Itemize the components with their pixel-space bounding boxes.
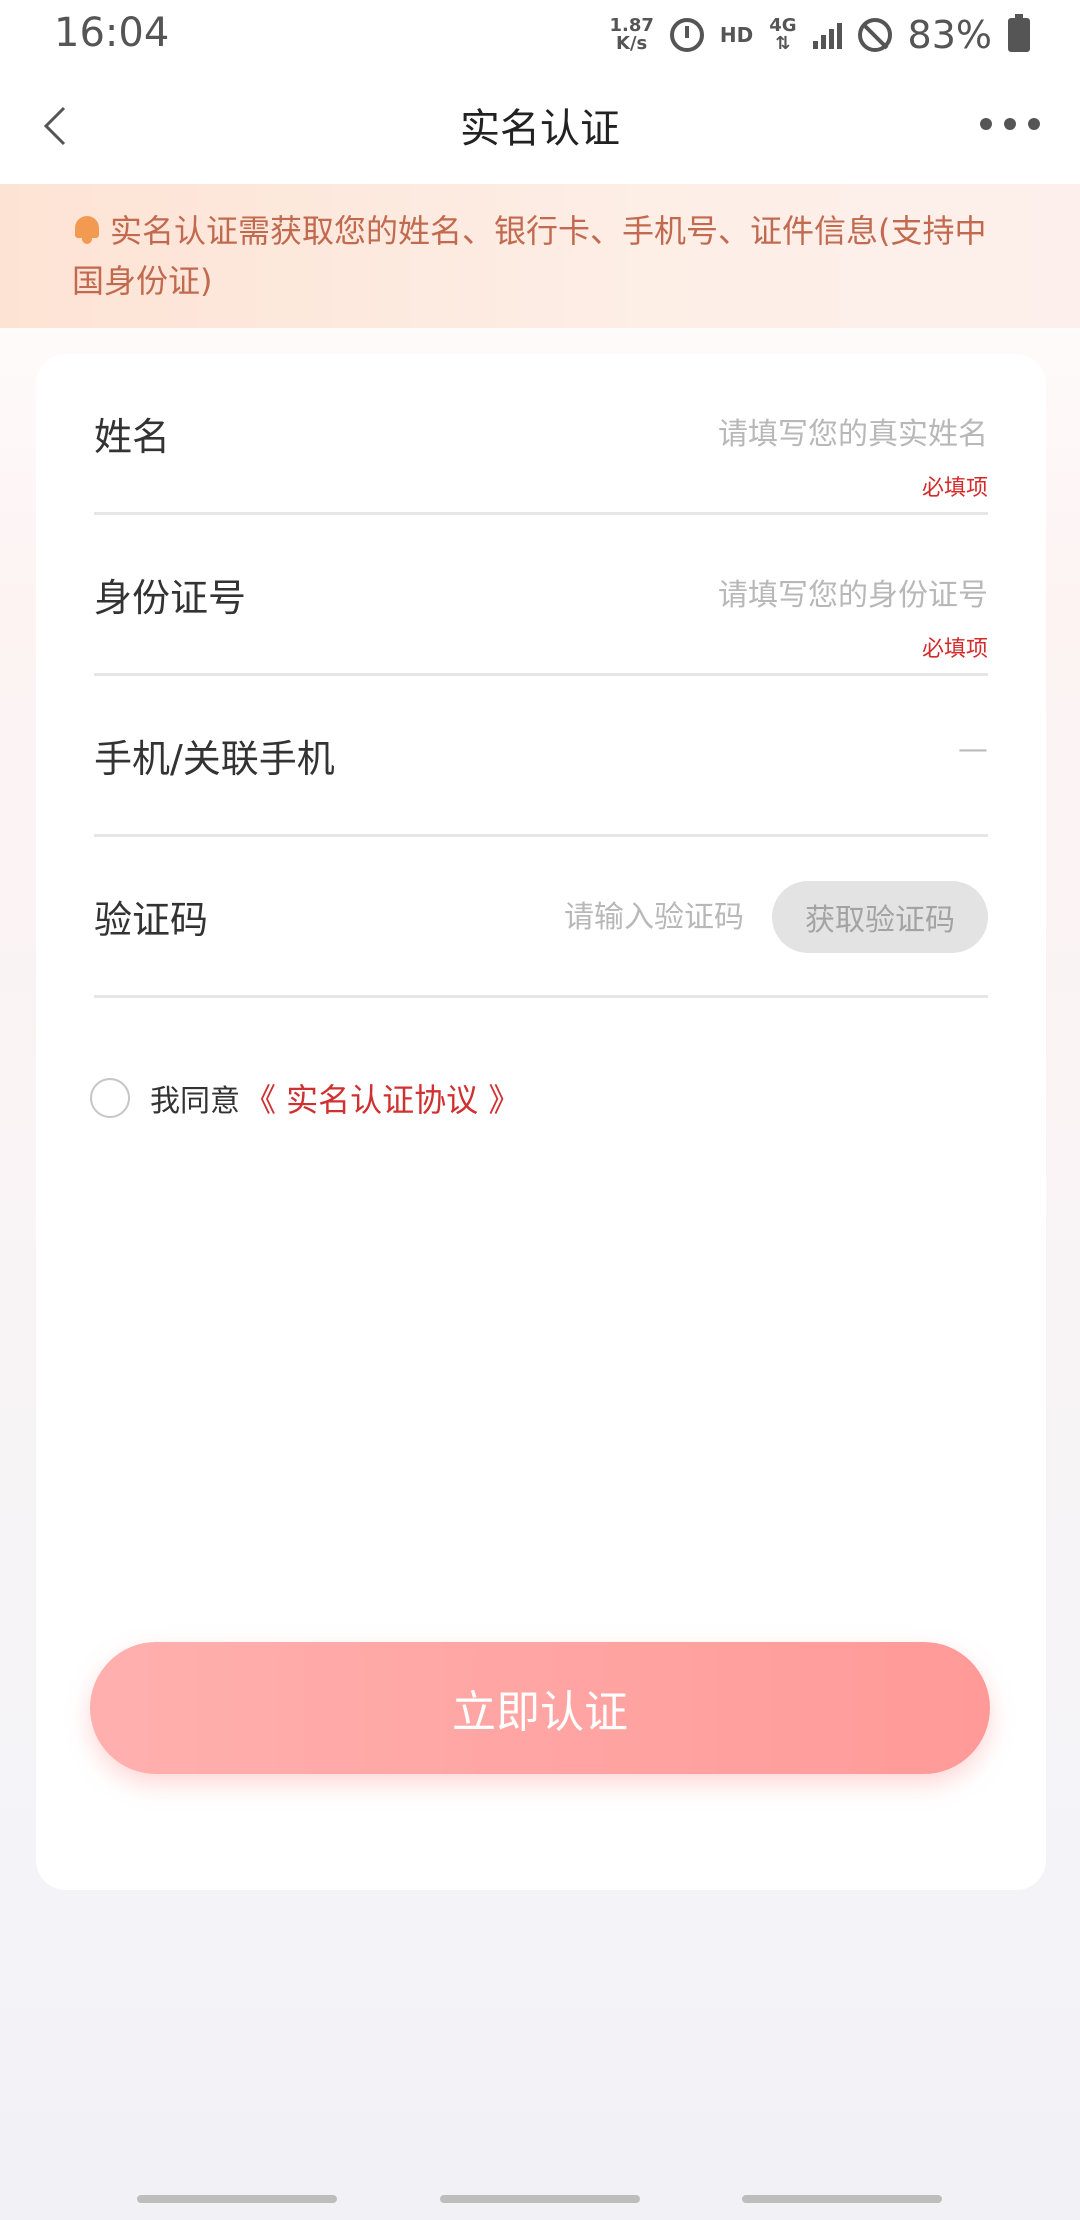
- network-type: 4G ⇅: [769, 17, 796, 53]
- code-input[interactable]: [504, 893, 744, 941]
- gesture-bar-left: [137, 2195, 337, 2203]
- name-input[interactable]: [588, 410, 988, 458]
- notice-text: 实名认证需获取您的姓名、银行卡、手机号、证件信息(支持中国身份证): [72, 212, 987, 300]
- agreement-link[interactable]: 《 实名认证协议 》: [244, 1075, 520, 1121]
- agreement-checkbox[interactable]: [90, 1078, 130, 1118]
- network-speed: 1.87 K/s: [609, 17, 653, 53]
- notice-banner: 实名认证需获取您的姓名、银行卡、手机号、证件信息(支持中国身份证): [0, 184, 1080, 328]
- status-time: 16:04: [54, 10, 170, 56]
- submit-button[interactable]: 立即认证: [90, 1642, 990, 1774]
- form-card: 姓名 必填项 身份证号 必填项 手机/关联手机 — 验证码 获取验证码 我同意 …: [36, 354, 1046, 1890]
- page-title: 实名认证: [460, 106, 620, 152]
- battery-percent: 83%: [907, 13, 992, 57]
- status-bar: 16:04 1.87 K/s HD 4G ⇅ 83%: [0, 0, 1080, 70]
- code-label: 验证码: [94, 898, 209, 942]
- status-icons: 1.87 K/s HD 4G ⇅ 83%: [609, 10, 1030, 60]
- battery-charging-icon: [1008, 14, 1030, 52]
- name-required-hint: 必填项: [921, 476, 988, 501]
- phone-value: —: [958, 732, 988, 767]
- name-row: 姓名 必填项: [94, 354, 988, 515]
- network-speed-unit: K/s: [616, 33, 648, 54]
- id-number-input[interactable]: [588, 571, 988, 619]
- get-code-button[interactable]: 获取验证码: [772, 881, 988, 953]
- phone-row: 手机/关联手机 —: [94, 676, 988, 837]
- bell-icon: [72, 214, 102, 244]
- alarm-icon: [669, 18, 704, 52]
- more-icon[interactable]: [980, 112, 1040, 136]
- code-row: 验证码 获取验证码: [94, 837, 988, 998]
- data-arrows-icon: ⇅: [775, 33, 791, 54]
- gesture-bar-center: [440, 2195, 640, 2203]
- name-label: 姓名: [94, 415, 171, 459]
- agreement: 我同意 《 实名认证协议 》: [90, 1068, 520, 1128]
- do-not-disturb-icon: [857, 18, 892, 52]
- gesture-bar-right: [742, 2195, 942, 2203]
- id-number-required-hint: 必填项: [921, 637, 988, 662]
- id-number-row: 身份证号 必填项: [94, 515, 988, 676]
- nav-bar: 实名认证: [0, 70, 1080, 184]
- id-number-label: 身份证号: [94, 576, 247, 620]
- signal-icon: [812, 21, 842, 49]
- phone-label: 手机/关联手机: [94, 737, 335, 781]
- agreement-prefix: 我同意: [150, 1084, 240, 1119]
- hd-indicator: HD: [719, 23, 754, 47]
